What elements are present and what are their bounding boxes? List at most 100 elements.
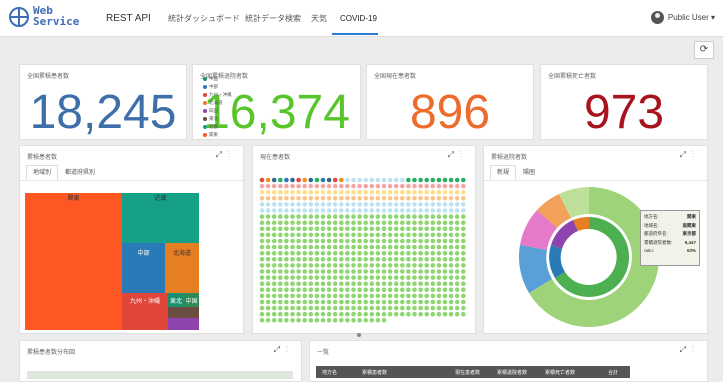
patient-dot (302, 189, 307, 195)
col-current-patients[interactable]: 現在患者数 (455, 368, 481, 378)
patient-dot (290, 208, 295, 213)
more-vertical-icon[interactable]: ⋮ (286, 345, 294, 354)
patient-dot (461, 269, 466, 274)
patient-dot (430, 311, 436, 317)
col-cum-patients[interactable]: 累積患者数 (362, 368, 388, 378)
sunburst-inner-a[interactable] (549, 245, 565, 278)
legend-item[interactable]: 九州・沖縄 (203, 91, 232, 99)
treemap-cell-small-a[interactable] (168, 307, 199, 318)
patient-dot (412, 281, 417, 286)
tab-new[interactable]: 新規 (490, 165, 517, 180)
more-vertical-icon[interactable]: ⋮ (692, 150, 700, 159)
patient-dot (290, 250, 295, 256)
patient-dot (308, 305, 314, 311)
patient-dot (424, 257, 429, 262)
patient-dot (369, 232, 375, 238)
patient-dot (418, 196, 423, 201)
nav-stats-search[interactable]: 統計データ検索 (245, 0, 301, 36)
patient-dot (284, 263, 289, 268)
patient-dot (393, 208, 399, 213)
legend-item[interactable]: 近畿 (203, 123, 232, 131)
legend-item[interactable]: 関東 (203, 131, 232, 139)
patient-dot (278, 226, 283, 232)
patient-dot (332, 183, 338, 189)
patient-dot (302, 305, 307, 311)
patient-dot (375, 257, 381, 262)
nav-covid19[interactable]: COVID-19 (340, 0, 377, 36)
patient-dot (375, 214, 381, 219)
tab-prefecture[interactable]: 都道府県別 (58, 165, 102, 180)
nav-weather[interactable]: 天気 (311, 0, 327, 36)
more-vertical-icon[interactable]: ⋮ (460, 150, 468, 159)
treemap-cell-kanto[interactable] (25, 193, 122, 330)
patient-dot (436, 257, 442, 262)
patient-dot (345, 214, 350, 219)
patient-dot (339, 244, 344, 250)
patient-dot (259, 293, 265, 299)
refresh-button[interactable]: ⟳ (694, 41, 714, 59)
patient-dot (308, 214, 314, 219)
user-menu[interactable]: Public User ▾ (650, 11, 715, 24)
more-vertical-icon[interactable]: ⋮ (692, 345, 700, 354)
legend-item[interactable]: 四国 (203, 107, 232, 115)
col-region[interactable]: 地方名 (322, 368, 338, 378)
panel-current-patients: 現在患者数 ⤢⋮ (252, 145, 476, 355)
nav-stats-dashboard[interactable]: 統計ダッシュボード (168, 0, 240, 36)
patient-dot (278, 183, 283, 189)
patient-dot (448, 226, 454, 232)
patient-dot (418, 232, 423, 238)
legend-item[interactable]: 東北 (203, 115, 232, 123)
patient-dot (412, 263, 417, 268)
patient-dot (296, 220, 301, 225)
patient-dot (296, 183, 301, 189)
col-total[interactable]: 合計 (608, 368, 619, 378)
kpi-title: 全国累積患者数 (27, 74, 70, 80)
patient-dot (375, 244, 381, 250)
legend-item[interactable]: 中部 (203, 83, 232, 91)
legend-item[interactable]: 北海道 (203, 99, 232, 107)
kpi-title: 全国累積死亡者数 (548, 74, 597, 80)
patient-dot (265, 177, 271, 183)
patient-dot (393, 244, 399, 250)
patient-dot (381, 214, 387, 219)
app-logo[interactable]: Web Service (9, 5, 99, 31)
expand-icon[interactable]: ⤢ (680, 150, 692, 159)
patient-dot (259, 196, 265, 201)
nav-rest-api[interactable]: REST API (106, 0, 151, 36)
expand-icon[interactable]: ⤢ (680, 345, 692, 354)
patient-dot (308, 183, 314, 189)
patient-dot (387, 214, 393, 219)
patient-dot (278, 177, 283, 183)
col-deaths[interactable]: 累積死亡者数 (545, 368, 576, 378)
patient-dot (461, 214, 466, 219)
pager-dots[interactable] (357, 324, 371, 355)
patient-dot (290, 293, 295, 299)
patient-dot (308, 281, 314, 286)
patient-dot (424, 226, 429, 232)
patient-dot (320, 250, 326, 256)
patient-dot (369, 263, 375, 268)
tab-positive[interactable]: 陽圏 (516, 165, 542, 180)
expand-icon[interactable]: ⤢ (274, 345, 286, 354)
patient-dot (375, 220, 381, 225)
legend-item[interactable]: 中国 (203, 75, 232, 83)
patient-dot (461, 202, 466, 207)
treemap-cell-small-b[interactable] (168, 318, 199, 330)
more-vertical-icon[interactable]: ⋮ (228, 150, 236, 159)
patient-dot (284, 208, 289, 213)
patient-dot (308, 226, 314, 232)
patient-dot (302, 263, 307, 268)
patient-dot (393, 287, 399, 293)
patient-dot (332, 299, 338, 305)
patient-dot (406, 244, 411, 250)
expand-icon[interactable]: ⤢ (448, 150, 460, 159)
patient-dot (375, 318, 381, 323)
pager-dot-active[interactable] (357, 333, 361, 337)
col-discharged[interactable]: 累積退院者数 (497, 368, 528, 378)
patient-dot (375, 275, 381, 280)
tab-region[interactable]: 地域別 (26, 165, 59, 180)
patient-dot (424, 287, 429, 293)
patient-dot (387, 196, 393, 201)
expand-icon[interactable]: ⤢ (216, 150, 228, 159)
patient-dot (400, 281, 405, 286)
